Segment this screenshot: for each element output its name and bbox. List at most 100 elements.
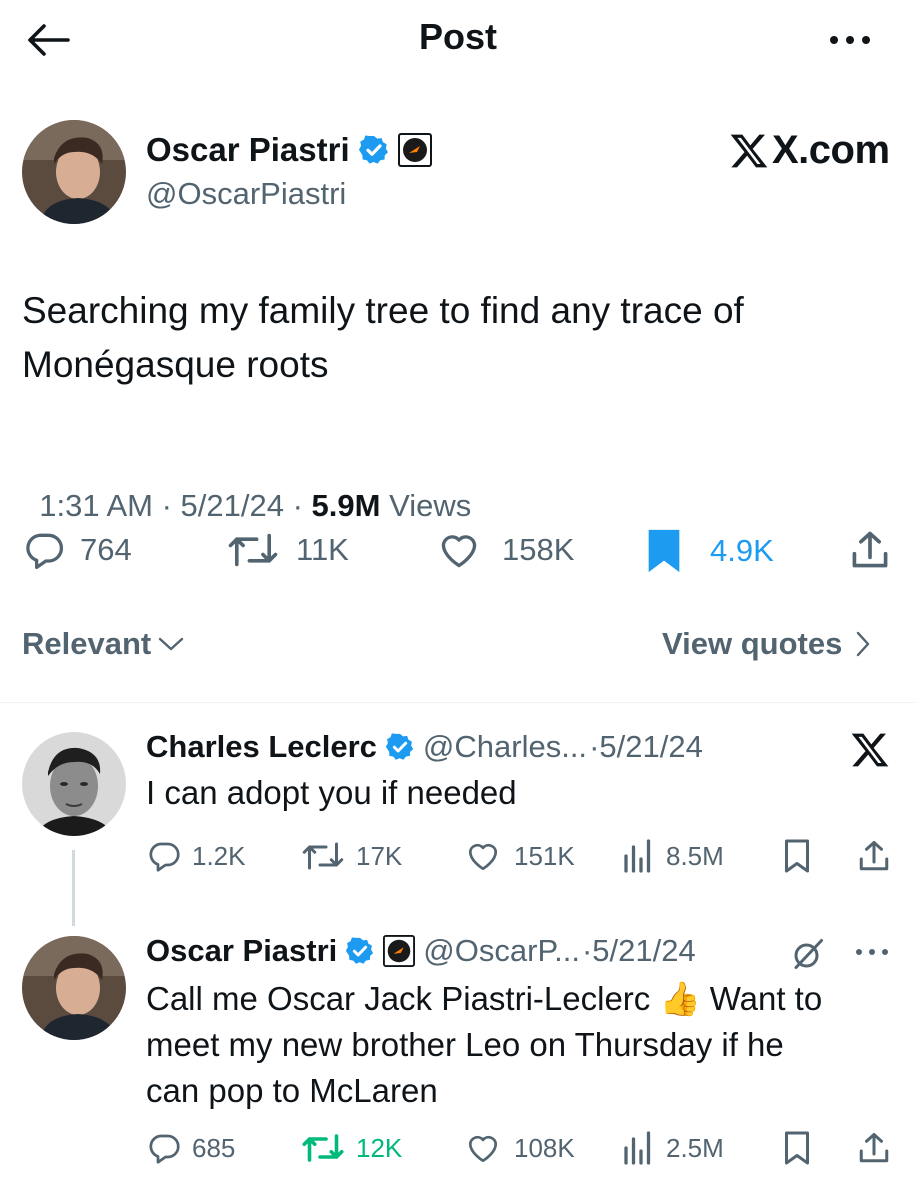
like-button[interactable]: 158K (436, 528, 574, 572)
author-handle[interactable]: @OscarPiastri (146, 176, 346, 212)
author-name[interactable]: Oscar Piastri (146, 131, 350, 169)
like-count: 108K (514, 1132, 575, 1163)
view-quotes-link[interactable]: View quotes (662, 626, 872, 662)
verified-badge-icon (358, 135, 388, 164)
reply-button[interactable]: 764 (22, 528, 132, 572)
view-count[interactable]: 5.9M (312, 488, 381, 523)
bookmark-count: 4.9K (710, 533, 774, 568)
reply-date[interactable]: ·5/21/24 (582, 933, 696, 969)
bookmark-button[interactable]: 4.9K (646, 528, 774, 574)
post-time[interactable]: 1:31 AM (39, 488, 153, 523)
like-count: 158K (502, 532, 575, 567)
like-count: 151K (514, 840, 575, 871)
reply-button[interactable]: 1.2K (146, 838, 246, 874)
chevron-down-icon (159, 637, 184, 651)
affiliate-badge-icon (397, 133, 432, 167)
repost-icon (228, 533, 278, 567)
verified-badge-icon (385, 733, 414, 760)
page-title: Post (418, 16, 497, 57)
avatar[interactable] (22, 120, 126, 224)
more-dots-icon (830, 36, 870, 44)
share-button[interactable] (856, 1130, 892, 1166)
x-logo-icon (851, 733, 889, 767)
sort-dropdown[interactable]: Relevant (22, 626, 185, 662)
reply-text-line: meet my new brother Leo on Thursday if h… (146, 1026, 784, 1063)
post-text-line: Monégasque roots (22, 344, 329, 385)
separator: · (152, 488, 181, 523)
x-logo-icon (730, 134, 768, 167)
views-button[interactable]: 8.5M (622, 838, 724, 874)
reply-icon (149, 1134, 180, 1164)
share-icon (859, 841, 889, 871)
post-text: Searching my family tree to find any tra… (22, 284, 744, 392)
reply-text: Call me Oscar Jack Piastri-Leclerc 👍 Wan… (146, 976, 822, 1114)
repost-button[interactable]: 11K (226, 528, 349, 572)
repost-button-active[interactable]: 12K (300, 1130, 402, 1166)
like-button[interactable]: 151K (464, 838, 575, 874)
watermark-x-logo: X.com (728, 128, 890, 173)
heart-icon (468, 1135, 498, 1163)
grok-button[interactable] (790, 936, 826, 972)
reply-icon (26, 533, 64, 570)
analytics-icon (624, 1131, 651, 1165)
bookmark-button[interactable] (782, 1130, 812, 1166)
bookmark-icon (785, 1131, 809, 1165)
more-button[interactable] (824, 28, 876, 52)
reply-count: 1.2K (192, 840, 246, 871)
verified-badge-icon (346, 937, 374, 964)
avatar-image (22, 120, 126, 224)
avatar-image (22, 936, 126, 1040)
view-quotes-label: View quotes (662, 626, 843, 661)
share-button[interactable] (856, 838, 892, 874)
heart-icon (468, 843, 498, 871)
sort-label: Relevant (22, 626, 152, 661)
reply-count: 764 (80, 532, 132, 567)
reply-author-handle[interactable]: @OscarP... (423, 933, 580, 969)
repost-icon (302, 1134, 344, 1162)
separator: · (283, 488, 312, 523)
chevron-right-icon (857, 631, 870, 657)
reply-icon (149, 842, 180, 872)
grok-icon (794, 939, 823, 969)
bookmark-filled-icon (648, 529, 680, 573)
reply-author-name[interactable]: Charles Leclerc (146, 729, 377, 765)
avatar[interactable] (22, 732, 126, 836)
reply-text-line: can pop to McLaren (146, 1072, 438, 1109)
repost-count: 17K (356, 840, 403, 871)
reply-author-handle[interactable]: @Charles... (423, 729, 587, 765)
repost-count: 11K (296, 532, 349, 567)
post-meta: 1:31 AM · 5/21/24 · 5.9M Views (22, 452, 471, 524)
post-text-line: Searching my family tree to find any tra… (22, 290, 744, 331)
share-icon (859, 1133, 889, 1163)
thread-line (72, 850, 75, 926)
heart-icon (441, 535, 477, 568)
divider (0, 702, 916, 703)
repost-button[interactable]: 17K (300, 838, 402, 874)
reply-date[interactable]: ·5/21/24 (589, 729, 703, 765)
more-button[interactable] (852, 942, 892, 962)
repost-count: 12K (356, 1132, 403, 1163)
reply-text-line: Call me Oscar Jack Piastri-Leclerc 👍 Wan… (146, 980, 823, 1017)
bookmark-button[interactable] (782, 838, 812, 874)
analytics-icon (624, 839, 651, 873)
reply-count: 685 (192, 1132, 236, 1163)
watermark-text: X.com (772, 128, 890, 172)
avatar[interactable] (22, 936, 126, 1040)
views-button[interactable]: 2.5M (622, 1130, 724, 1166)
more-dots-icon (856, 949, 888, 955)
post-date[interactable]: 5/21/24 (181, 488, 284, 523)
share-button[interactable] (848, 528, 892, 572)
reply-author-name[interactable]: Oscar Piastri (146, 933, 337, 969)
views-count: 8.5M (666, 840, 724, 871)
affiliate-badge-icon (383, 935, 416, 967)
x-logo-button[interactable] (850, 730, 890, 770)
views-count: 2.5M (666, 1132, 724, 1163)
reply-button[interactable]: 685 (146, 1130, 235, 1166)
like-button[interactable]: 108K (464, 1130, 575, 1166)
reply-text: I can adopt you if needed (146, 774, 517, 811)
bookmark-icon (785, 839, 809, 873)
views-label: Views (380, 488, 472, 523)
avatar-image (22, 732, 126, 836)
share-icon (852, 531, 888, 568)
repost-icon (302, 842, 344, 870)
